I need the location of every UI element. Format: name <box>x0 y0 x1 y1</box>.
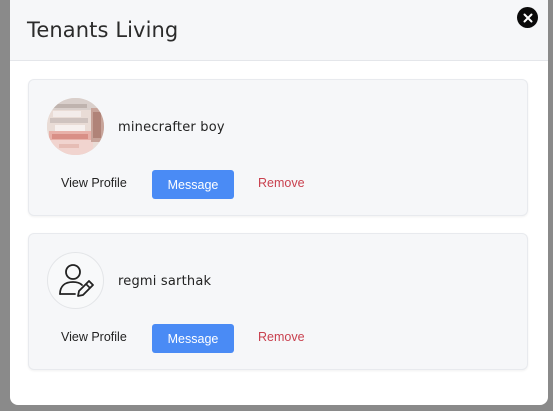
remove-button[interactable]: Remove <box>258 176 305 190</box>
modal-header: Tenants Living <box>10 0 548 61</box>
tenant-name: minecrafter boy <box>118 120 225 135</box>
close-button[interactable] <box>517 7 538 28</box>
close-icon <box>523 13 532 22</box>
avatar[interactable] <box>47 252 104 309</box>
message-button[interactable]: Message <box>152 170 234 199</box>
tenant-actions: View Profile Message Remove <box>29 324 527 354</box>
tenant-name: regmi sarthak <box>118 274 212 289</box>
profile-photo <box>47 98 104 155</box>
tenants-modal: Tenants Living minecrafter boy View Prof… <box>10 0 548 405</box>
message-button[interactable]: Message <box>152 324 234 353</box>
user-edit-icon <box>58 263 94 297</box>
tenant-actions: View Profile Message Remove <box>29 170 527 200</box>
view-profile-button[interactable]: View Profile <box>61 330 127 344</box>
tenant-card: minecrafter boy View Profile Message Rem… <box>28 79 528 216</box>
tenant-card: regmi sarthak View Profile Message Remov… <box>28 233 528 370</box>
modal-title: Tenants Living <box>27 18 179 42</box>
remove-button[interactable]: Remove <box>258 330 305 344</box>
view-profile-button[interactable]: View Profile <box>61 176 127 190</box>
avatar[interactable] <box>47 98 104 155</box>
